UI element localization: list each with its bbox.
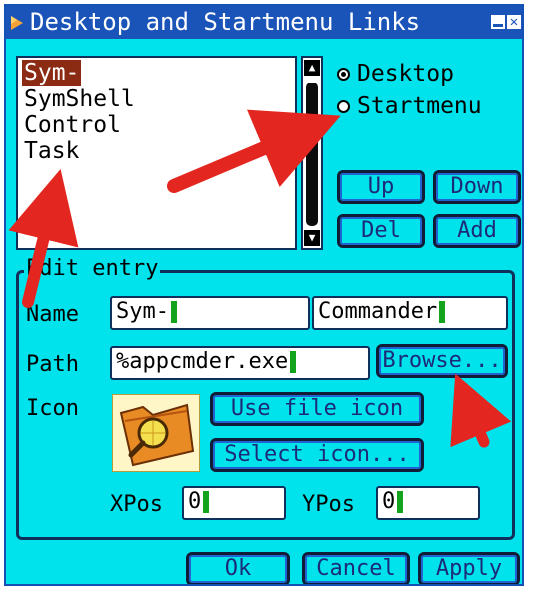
xpos-field[interactable]: 0 <box>182 486 286 520</box>
del-button[interactable]: Del <box>337 214 425 248</box>
list-item[interactable]: SymShell <box>22 86 137 112</box>
path-value: %appcmder.exe <box>116 349 289 374</box>
icon-preview <box>112 394 200 472</box>
path-label: Path <box>26 352 79 377</box>
name-value-second: Commander <box>318 299 438 324</box>
edit-entry-title: Edit entry <box>24 256 161 282</box>
list-item[interactable]: Task <box>22 138 81 164</box>
list-scrollbar[interactable]: ▲ ▼ <box>301 56 323 250</box>
text-caret <box>170 301 177 323</box>
title-bar[interactable]: Desktop and Startmenu Links ✕ <box>6 6 522 39</box>
links-list[interactable]: Sym- SymShell Control Task <box>16 56 297 250</box>
list-item[interactable]: Control <box>22 112 123 138</box>
radio-unchecked-icon[interactable] <box>337 100 350 113</box>
app-icon <box>11 16 23 30</box>
down-button[interactable]: Down <box>433 170 521 204</box>
use-file-icon-button[interactable]: Use file icon <box>210 392 424 426</box>
scroll-thumb[interactable] <box>304 78 320 83</box>
ypos-value: 0 <box>382 489 396 514</box>
select-icon-button[interactable]: Select icon... <box>210 438 424 472</box>
window-title: Desktop and Startmenu Links <box>30 8 421 36</box>
text-caret <box>203 491 210 513</box>
apply-button[interactable]: Apply <box>418 552 520 584</box>
add-button[interactable]: Add <box>433 214 521 248</box>
ypos-label: YPos <box>302 492 355 517</box>
scroll-down-icon[interactable]: ▼ <box>304 230 320 246</box>
name-field-second[interactable]: Commander <box>312 296 508 330</box>
path-field[interactable]: %appcmder.exe <box>110 346 370 380</box>
xpos-label: XPos <box>110 492 163 517</box>
close-button[interactable]: ✕ <box>507 15 521 29</box>
radio-startmenu-label: Startmenu <box>357 93 482 119</box>
text-caret <box>439 301 446 323</box>
icon-label: Icon <box>26 396 79 421</box>
name-label: Name <box>26 302 79 327</box>
minimize-button[interactable] <box>491 15 505 29</box>
radio-desktop-label: Desktop <box>357 61 454 87</box>
scroll-up-icon[interactable]: ▲ <box>304 60 320 76</box>
xpos-value: 0 <box>188 489 202 514</box>
ypos-field[interactable]: 0 <box>376 486 480 520</box>
text-caret <box>397 491 404 513</box>
folder-search-icon <box>119 403 195 467</box>
up-button[interactable]: Up <box>337 170 425 204</box>
ok-button[interactable]: Ok <box>186 552 290 584</box>
radio-checked-icon[interactable] <box>337 68 350 81</box>
name-field-first[interactable]: Sym- <box>110 296 310 330</box>
scroll-track[interactable] <box>306 82 318 226</box>
dialog-window: Desktop and Startmenu Links ✕ Sym- SymSh… <box>4 4 524 586</box>
text-caret <box>290 351 297 373</box>
browse-button[interactable]: Browse... <box>376 344 508 378</box>
name-value-first: Sym- <box>116 299 169 324</box>
cancel-button[interactable]: Cancel <box>302 552 410 584</box>
list-item[interactable]: Sym- <box>22 60 82 86</box>
